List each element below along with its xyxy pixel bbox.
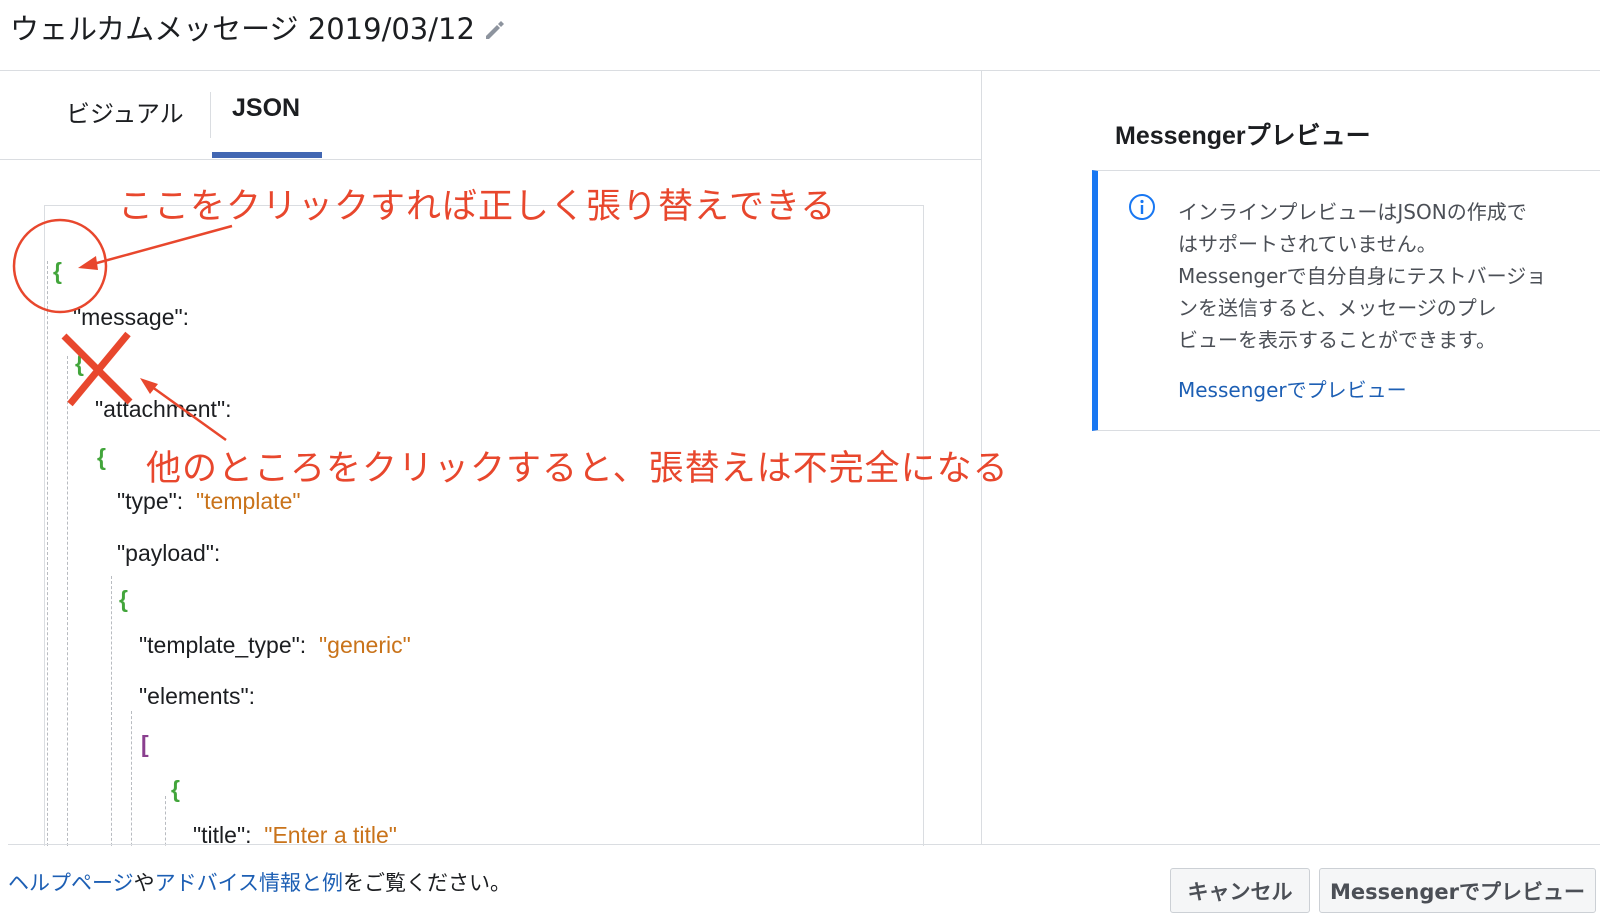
- preview-title: Messengerプレビュー: [1115, 122, 1371, 150]
- header-divider: [0, 70, 1600, 71]
- json-key-type: "type":: [117, 488, 184, 514]
- json-line-template-type[interactable]: "template_type": "generic": [139, 632, 411, 659]
- messenger-preview-link[interactable]: Messengerでプレビュー: [1178, 374, 1407, 403]
- annotation-incorrect-click: 他のところをクリックすると、張替えは不完全になる: [146, 449, 1009, 489]
- indent-guide: [111, 576, 112, 846]
- json-line-title[interactable]: "title": "Enter a title": [193, 822, 397, 846]
- json-key-payload[interactable]: "payload":: [117, 540, 220, 567]
- preview-info-line: はサポートされていません。: [1178, 232, 1437, 256]
- info-icon: [1128, 193, 1156, 225]
- help-text-end: をご覧ください。: [342, 871, 511, 895]
- json-payload-brace[interactable]: {: [119, 586, 128, 613]
- preview-info-line: Messengerで自分自身にテストバージョ: [1178, 264, 1547, 288]
- json-key-title: "title":: [193, 822, 252, 846]
- preview-info-line: インラインプレビューはJSONの作成で: [1178, 200, 1527, 224]
- page-title: ウェルカムメッセージ 2019/03/12: [10, 6, 505, 48]
- page-title-text: ウェルカムメッセージ 2019/03/12: [10, 12, 475, 46]
- indent-guide: [165, 796, 166, 846]
- preview-info-text: インラインプレビューはJSONの作成で はサポートされていません。 Messen…: [1178, 196, 1578, 356]
- json-value-title: "Enter a title": [264, 822, 397, 846]
- json-attachment-brace[interactable]: {: [97, 444, 106, 471]
- json-message-brace[interactable]: {: [75, 350, 84, 377]
- json-editor[interactable]: { "message": { "attachment": { "type": "…: [44, 205, 924, 846]
- tab-separator: [210, 92, 211, 138]
- cancel-button[interactable]: キャンセル: [1170, 868, 1310, 913]
- preview-info-line: ビューを表示することができます。: [1178, 328, 1496, 352]
- json-elements-bracket[interactable]: [: [141, 731, 149, 758]
- annotation-correct-click: ここをクリックすれば正しく張り替えできる: [118, 187, 837, 227]
- indent-guide: [67, 356, 68, 846]
- json-line-type[interactable]: "type": "template": [117, 488, 301, 515]
- json-key-template-type: "template_type":: [139, 632, 307, 658]
- json-value-type: "template": [195, 488, 301, 514]
- json-root-brace[interactable]: {: [53, 258, 62, 285]
- json-element-brace[interactable]: {: [171, 776, 180, 803]
- tabs-divider: [0, 159, 981, 160]
- advice-link[interactable]: アドバイス情報と例: [155, 871, 343, 895]
- footer-divider: [8, 844, 1600, 845]
- active-tab-indicator: [212, 152, 322, 158]
- json-key-message[interactable]: "message":: [73, 304, 189, 331]
- json-key-attachment[interactable]: "attachment":: [95, 396, 232, 423]
- preview-info-line: ンを送信すると、メッセージのプレ: [1178, 296, 1497, 320]
- indent-guide: [131, 711, 132, 846]
- pencil-icon[interactable]: [483, 14, 505, 48]
- json-value-template-type: "generic": [318, 632, 411, 658]
- preview-in-messenger-button[interactable]: Messengerでプレビュー: [1319, 868, 1596, 913]
- footer-help-text: ヘルプページやアドバイス情報と例をご覧ください。: [8, 867, 511, 897]
- help-page-link[interactable]: ヘルプページ: [8, 871, 134, 895]
- tab-json[interactable]: JSON: [232, 94, 300, 123]
- tab-visual[interactable]: ビジュアル: [66, 94, 184, 129]
- indent-guide: [47, 261, 48, 846]
- help-text-mid: や: [133, 871, 155, 895]
- preview-info-box: インラインプレビューはJSONの作成で はサポートされていません。 Messen…: [1092, 170, 1600, 431]
- json-key-elements[interactable]: "elements":: [139, 683, 255, 710]
